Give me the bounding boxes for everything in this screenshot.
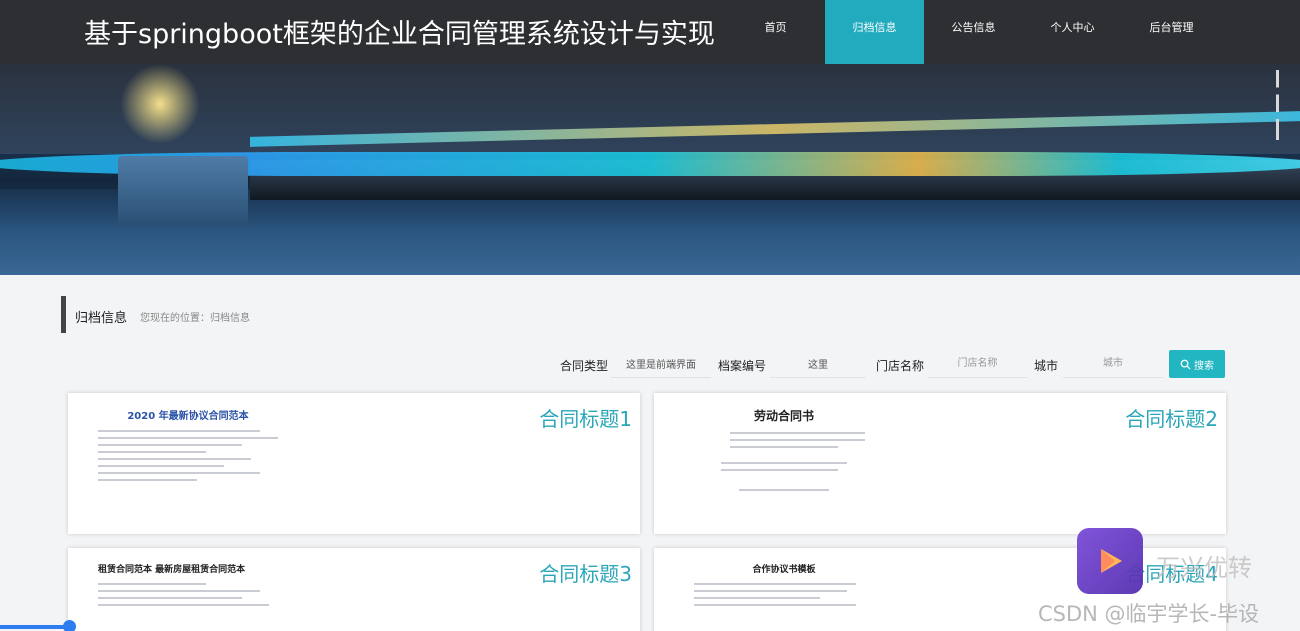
video-progress-bar[interactable] [0,625,70,629]
nav-archive[interactable]: 归档信息 [825,0,924,64]
nav-notice[interactable]: 公告信息 [924,0,1023,64]
site-title: 基于springboot框架的企业合同管理系统设计与实现 [84,19,715,50]
card-thumbnail: 2020 年最新协议合同范本 [98,407,278,486]
doc-heading: 劳动合同书 [753,409,814,423]
banner-bridge-pier [118,156,248,226]
card-thumbnail: 劳动合同书 [694,407,874,496]
city-input[interactable] [1063,350,1163,378]
card-title: 合同标题1 [539,407,632,431]
archive-no-label: 档案编号 [718,359,767,373]
nav-profile[interactable]: 个人中心 [1023,0,1122,64]
section-title: 归档信息 [75,311,128,326]
card-title: 合同标题2 [1125,407,1218,431]
search-icon [1180,359,1191,370]
doc-heading: 租赁合同范本 最新房屋租赁合同范本 [98,565,246,575]
nav-home[interactable]: 首页 [726,0,825,64]
city-label: 城市 [1034,359,1059,373]
watermark-brand: 万兴优转 [1156,554,1252,582]
scroll-indicator[interactable] [1276,70,1279,140]
search-button[interactable]: 搜索 [1169,350,1225,378]
banner-light-glow [120,64,200,144]
section-accent-bar [61,296,66,333]
card-thumbnail: 租赁合同范本 最新房屋租赁合同范本 [98,562,278,611]
card-title: 合同标题3 [539,562,632,586]
doc-heading: 合作协议书模板 [752,565,816,575]
contract-card-3[interactable]: 租赁合同范本 最新房屋租赁合同范本 合同标题3 [68,548,640,631]
contract-card-1[interactable]: 2020 年最新协议合同范本 合同标题1 [68,393,640,534]
watermark-logo [1077,528,1143,594]
contract-card-2[interactable]: 劳动合同书 合同标题2 [654,393,1226,534]
watermark-csdn: CSDN @临宇学长-毕设 [1038,602,1260,626]
doc-heading: 2020 年最新协议合同范本 [127,411,249,422]
video-progress-handle[interactable] [63,620,76,631]
store-input[interactable] [928,350,1027,378]
store-label: 门店名称 [876,359,925,373]
breadcrumb: 您现在的位置：归档信息 [140,313,250,324]
main-nav: 首页 归档信息 公告信息 个人中心 后台管理 [726,0,1221,64]
nav-admin[interactable]: 后台管理 [1122,0,1221,64]
archive-no-input[interactable] [770,350,866,378]
search-button-label: 搜索 [1194,360,1214,372]
contract-type-label: 合同类型 [560,359,609,373]
card-thumbnail: 合作协议书模板 [694,562,874,611]
banner-image [0,64,1300,275]
contract-type-input[interactable] [611,350,711,378]
play-icon [1101,549,1122,573]
top-header: 基于springboot框架的企业合同管理系统设计与实现 首页 归档信息 公告信… [0,0,1300,64]
